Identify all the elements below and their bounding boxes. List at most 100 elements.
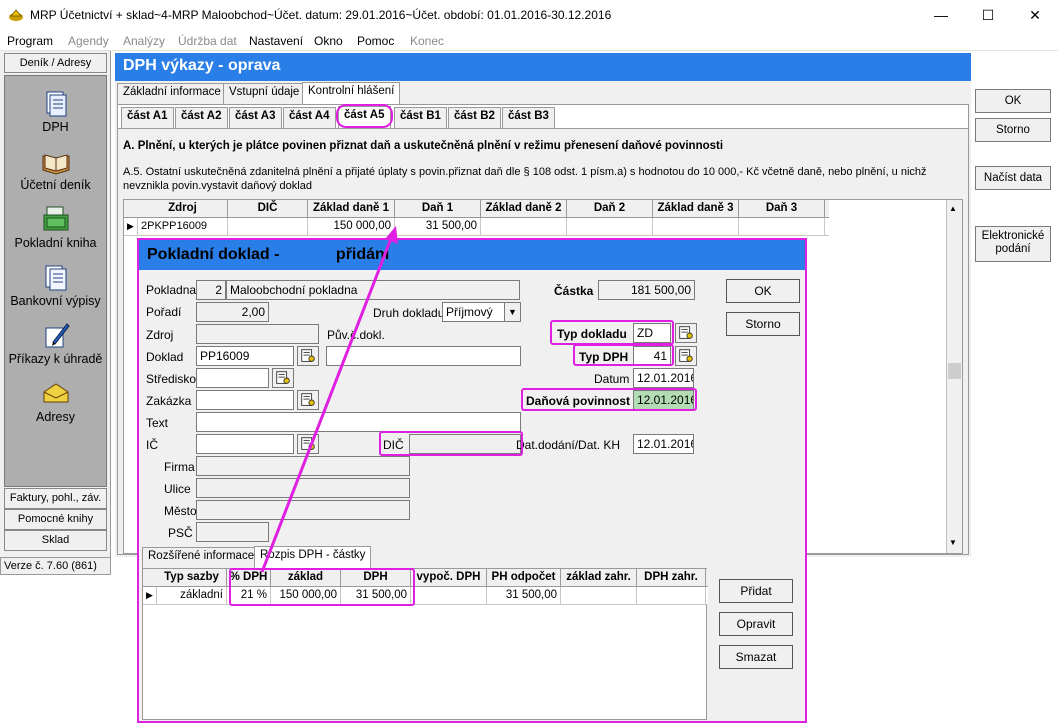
typ-dokladu-lookup-icon[interactable] <box>675 323 697 343</box>
scroll-down-icon[interactable]: ▼ <box>949 538 957 547</box>
col-dan-2[interactable]: Daň 2 <box>567 200 653 217</box>
col-zaklad-dane-1[interactable]: Základ daně 1 <box>308 200 395 217</box>
storno-button[interactable]: Storno <box>975 118 1051 142</box>
menu-konec[interactable]: Konec <box>410 34 444 48</box>
ic-field[interactable] <box>196 434 294 454</box>
col-zaklad-dane-3[interactable]: Základ daně 3 <box>653 200 739 217</box>
cell-zaklad-zahr[interactable] <box>561 587 637 604</box>
poradi-field[interactable]: 2,00 <box>196 302 269 322</box>
sidebar-item-bankovni-vypisy[interactable]: Bankovní výpisy <box>5 262 106 308</box>
col-zaklad-dane-2[interactable]: Základ daně 2 <box>481 200 567 217</box>
dialog-storno-button[interactable]: Storno <box>726 312 800 336</box>
pridat-button[interactable]: Přidat <box>719 579 793 603</box>
col-vypoc-dph[interactable]: vypoč. DPH <box>411 569 487 586</box>
stredisko-field[interactable] <box>196 368 269 388</box>
menu-udrzba-dat[interactable]: Údržba dat <box>178 34 237 48</box>
zakazka-lookup-icon[interactable] <box>297 390 319 410</box>
minimize-button[interactable]: — <box>918 0 964 31</box>
firma-field[interactable] <box>196 456 410 476</box>
pokladna-name-field[interactable]: Maloobchodní pokladna <box>226 280 520 300</box>
subtab-cast-b2[interactable]: část B2 <box>448 107 501 128</box>
menu-nastaveni[interactable]: Nastavení <box>249 34 303 48</box>
psc-field[interactable] <box>196 522 269 542</box>
cell-dph-zahr[interactable] <box>637 587 706 604</box>
subtab-cast-a1[interactable]: část A1 <box>121 107 174 128</box>
cell-ph-odpocet[interactable]: 31 500,00 <box>487 587 561 604</box>
ulice-field[interactable] <box>196 478 410 498</box>
subtab-cast-a2[interactable]: část A2 <box>175 107 228 128</box>
cell-dan-2[interactable] <box>567 218 653 235</box>
cell-zdroj[interactable]: 2PKPP16009 <box>138 218 228 235</box>
cell-dan-1[interactable]: 31 500,00 <box>395 218 481 235</box>
tab-kontrolni-hlaseni[interactable]: Kontrolní hlášení <box>302 82 401 104</box>
sidebar-item-adresy[interactable]: Adresy <box>5 378 106 424</box>
zakazka-field[interactable] <box>196 390 294 410</box>
scroll-up-icon[interactable]: ▲ <box>949 204 957 213</box>
table-row[interactable]: ▶ 2PKPP16009 150 000,00 31 500,00 <box>124 218 829 236</box>
col-typ-sazby[interactable]: Typ sazby <box>157 569 227 586</box>
menu-analyzy[interactable]: Analýzy <box>123 34 165 48</box>
dat-dodani-field[interactable]: 12.01.2016 <box>633 434 694 454</box>
text-field[interactable] <box>196 412 521 432</box>
tab-rozpis-dph[interactable]: Rozpis DPH - částky <box>254 546 372 568</box>
puv-dokl-field[interactable] <box>326 346 521 366</box>
scroll-thumb[interactable] <box>948 363 961 379</box>
tab-rozsirene-informace[interactable]: Rozšířené informace <box>142 547 261 568</box>
mesto-field[interactable] <box>196 500 410 520</box>
tab-vstupni-udaje[interactable]: Vstupní údaje <box>223 83 306 104</box>
col-dan-3[interactable]: Daň 3 <box>739 200 825 217</box>
menu-agendy[interactable]: Agendy <box>68 34 109 48</box>
druh-dokladu-select[interactable]: Příjmový ▼ <box>442 302 521 322</box>
subtab-cast-a4[interactable]: část A4 <box>283 107 336 128</box>
stredisko-lookup-icon[interactable] <box>272 368 294 388</box>
zdroj-field[interactable] <box>196 324 319 344</box>
col-zdroj[interactable]: Zdroj <box>138 200 228 217</box>
maximize-button[interactable]: ☐ <box>965 0 1011 31</box>
sidebar-item-prikazy-k-uhrade[interactable]: Příkazy k úhradě <box>5 320 106 366</box>
castka-field[interactable]: 181 500,00 <box>598 280 695 300</box>
smazat-button[interactable]: Smazat <box>719 645 793 669</box>
menu-okno[interactable]: Okno <box>314 34 343 48</box>
a5-grid-scrollbar[interactable]: ▲ ▼ <box>946 200 962 553</box>
col-dan-1[interactable]: Daň 1 <box>395 200 481 217</box>
subtab-cast-b3[interactable]: část B3 <box>502 107 555 128</box>
col-dph-zahr[interactable]: DPH zahr. <box>637 569 706 586</box>
subtab-cast-b1[interactable]: část B1 <box>394 107 447 128</box>
cell-dic[interactable] <box>228 218 308 235</box>
elektronicke-podani-button[interactable]: Elektronické podání <box>975 226 1051 262</box>
cell-zaklad-dane-2[interactable] <box>481 218 567 235</box>
cell-dan-3[interactable] <box>739 218 825 235</box>
ic-lookup-icon[interactable] <box>297 434 319 454</box>
opravit-button[interactable]: Opravit <box>719 612 793 636</box>
sidebar-footer-pomocne-knihy[interactable]: Pomocné knihy <box>4 509 107 530</box>
subtab-cast-a3[interactable]: část A3 <box>229 107 282 128</box>
tab-zakladni-informace[interactable]: Základní informace <box>117 83 227 104</box>
datum-field[interactable]: 12.01.2016 <box>633 368 694 388</box>
cell-zaklad-dane-3[interactable] <box>653 218 739 235</box>
ok-button[interactable]: OK <box>975 89 1051 113</box>
menu-program[interactable]: Program <box>7 34 53 48</box>
doklad-lookup-icon[interactable] <box>297 346 319 366</box>
close-button[interactable]: ✕ <box>1012 0 1058 31</box>
sidebar-footer-sklad[interactable]: Sklad <box>4 530 107 551</box>
cell-typ-sazby[interactable]: základní <box>157 587 227 604</box>
sidebar-item-pokladni-kniha[interactable]: Pokladní kniha <box>5 204 106 250</box>
cell-vypoc-dph[interactable] <box>411 587 487 604</box>
menu-pomoc[interactable]: Pomoc <box>357 34 394 48</box>
table-row[interactable]: ▶ základní 21 % 150 000,00 31 500,00 31 … <box>143 587 708 605</box>
doklad-field[interactable]: PP16009 <box>196 346 294 366</box>
nacist-data-button[interactable]: Načíst data <box>975 166 1051 190</box>
typ-dph-lookup-icon[interactable] <box>675 346 697 366</box>
cell-zaklad-dane-1[interactable]: 150 000,00 <box>308 218 395 235</box>
dropdown-arrow-icon[interactable]: ▼ <box>504 303 520 321</box>
label-druh-dokladu: Druh dokladu <box>373 306 445 320</box>
col-ph-odpocet[interactable]: PH odpočet <box>487 569 561 586</box>
sidebar-item-dph[interactable]: DPH <box>5 88 106 134</box>
col-dic[interactable]: DIČ <box>228 200 308 217</box>
sidebar-footer-faktury[interactable]: Faktury, pohl., záv. <box>4 488 107 509</box>
pokladna-number-field[interactable]: 2 <box>196 280 226 300</box>
dialog-ok-button[interactable]: OK <box>726 279 800 303</box>
sidebar-item-ucetni-denik[interactable]: Účetní deník <box>5 146 106 192</box>
col-zaklad-zahr[interactable]: základ zahr. <box>561 569 637 586</box>
sidebar-header-denik[interactable]: Deník / Adresy <box>4 53 107 73</box>
